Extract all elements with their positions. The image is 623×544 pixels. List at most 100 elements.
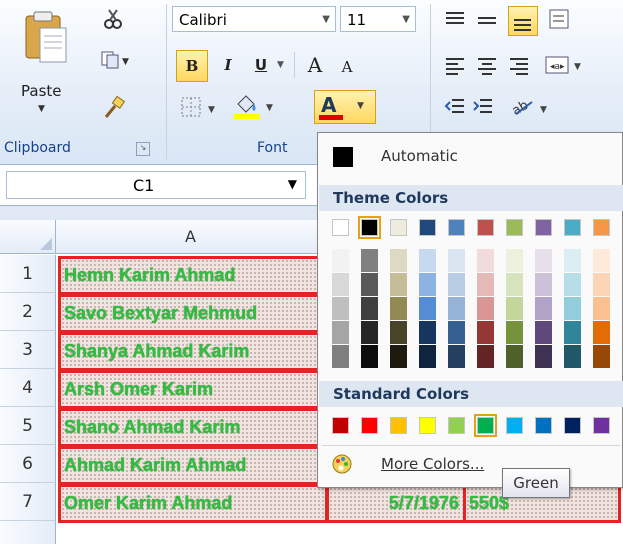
theme-color-swatch[interactable]	[448, 219, 465, 236]
theme-tint-swatch[interactable]	[390, 345, 407, 368]
paste-icon[interactable]	[20, 10, 70, 78]
theme-tint-swatch[interactable]	[506, 249, 523, 272]
theme-tint-swatch[interactable]	[535, 297, 552, 320]
cell-a6[interactable]: Ahmad Karim Ahmad	[58, 446, 328, 485]
theme-tint-swatch[interactable]	[332, 345, 349, 368]
standard-color-swatch[interactable]	[390, 417, 407, 434]
column-header-a[interactable]: A	[56, 220, 326, 254]
theme-tint-swatch[interactable]	[332, 297, 349, 320]
row-header[interactable]: 2	[0, 293, 56, 331]
row-header[interactable]: 7	[0, 483, 56, 521]
cell-a2[interactable]: Savo Bextyar Mehmud	[58, 294, 328, 333]
align-left-icon[interactable]	[444, 56, 468, 78]
row-header[interactable]: 3	[0, 331, 56, 369]
theme-color-swatch[interactable]	[390, 219, 407, 236]
row-header[interactable]: 1	[0, 255, 56, 293]
standard-color-swatch[interactable]	[332, 417, 349, 434]
theme-color-swatch[interactable]	[358, 216, 381, 239]
align-middle-icon[interactable]	[476, 10, 500, 32]
standard-color-swatch[interactable]	[361, 417, 378, 434]
theme-tint-swatch[interactable]	[535, 321, 552, 344]
theme-tint-swatch[interactable]	[506, 345, 523, 368]
theme-tint-swatch[interactable]	[448, 249, 465, 272]
shrink-font-button[interactable]: A	[334, 54, 360, 80]
theme-tint-swatch[interactable]	[593, 297, 610, 320]
grow-font-button[interactable]: A	[300, 50, 330, 80]
theme-tint-swatch[interactable]	[332, 321, 349, 344]
theme-color-swatch[interactable]	[535, 219, 552, 236]
row-header[interactable]: 5	[0, 407, 56, 445]
cell-a4[interactable]: Arsh Omer Karim	[58, 370, 328, 409]
theme-tint-swatch[interactable]	[390, 297, 407, 320]
font-size-combo[interactable]: 11 ▼	[340, 6, 416, 32]
standard-color-swatch[interactable]	[419, 417, 436, 434]
theme-tint-swatch[interactable]	[361, 321, 378, 344]
theme-color-swatch[interactable]	[332, 219, 349, 236]
cell-a3[interactable]: Shanya Ahmad Karim	[58, 332, 328, 371]
decrease-indent-icon[interactable]	[444, 96, 468, 118]
underline-dropdown-arrow[interactable]: ▼	[277, 60, 284, 70]
standard-color-swatch[interactable]	[535, 417, 552, 434]
theme-tint-swatch[interactable]	[419, 249, 436, 272]
theme-tint-swatch[interactable]	[593, 321, 610, 344]
theme-tint-swatch[interactable]	[448, 345, 465, 368]
paste-button-label[interactable]: Paste	[21, 82, 62, 100]
theme-tint-swatch[interactable]	[564, 345, 581, 368]
standard-color-swatch[interactable]	[506, 417, 523, 434]
row-header[interactable]: 4	[0, 369, 56, 407]
theme-tint-swatch[interactable]	[419, 273, 436, 296]
theme-tint-swatch[interactable]	[361, 297, 378, 320]
theme-tint-swatch[interactable]	[361, 249, 378, 272]
borders-icon[interactable]: ▼	[180, 96, 220, 120]
theme-tint-swatch[interactable]	[535, 249, 552, 272]
copy-icon[interactable]: ▼	[100, 50, 130, 70]
theme-color-swatch[interactable]	[419, 219, 436, 236]
theme-tint-swatch[interactable]	[506, 273, 523, 296]
theme-tint-swatch[interactable]	[361, 273, 378, 296]
theme-tint-swatch[interactable]	[564, 273, 581, 296]
align-center-icon[interactable]	[476, 56, 500, 78]
theme-color-swatch[interactable]	[506, 219, 523, 236]
align-bottom-icon[interactable]	[508, 6, 538, 36]
font-color-dropdown-arrow[interactable]: ▼	[357, 101, 364, 111]
theme-tint-swatch[interactable]	[535, 345, 552, 368]
theme-color-swatch[interactable]	[477, 219, 494, 236]
merge-center-icon[interactable]: ◂a▸ ▼	[544, 54, 584, 78]
theme-tint-swatch[interactable]	[390, 273, 407, 296]
automatic-color-option[interactable]: Automatic	[319, 137, 623, 177]
theme-tint-swatch[interactable]	[477, 273, 494, 296]
theme-tint-swatch[interactable]	[593, 249, 610, 272]
theme-tint-swatch[interactable]	[477, 345, 494, 368]
theme-tint-swatch[interactable]	[419, 297, 436, 320]
cell-a7[interactable]: Omer Karim Ahmad	[58, 484, 328, 523]
theme-tint-swatch[interactable]	[332, 249, 349, 272]
row-header[interactable]: 6	[0, 445, 56, 483]
theme-tint-swatch[interactable]	[448, 297, 465, 320]
theme-tint-swatch[interactable]	[448, 321, 465, 344]
standard-color-swatch[interactable]	[448, 417, 465, 434]
name-box[interactable]: C1 ▼	[6, 171, 306, 199]
theme-tint-swatch[interactable]	[564, 297, 581, 320]
theme-tint-swatch[interactable]	[477, 249, 494, 272]
theme-tint-swatch[interactable]	[535, 273, 552, 296]
theme-tint-swatch[interactable]	[361, 345, 378, 368]
align-top-icon[interactable]	[444, 10, 468, 32]
theme-tint-swatch[interactable]	[419, 321, 436, 344]
paste-dropdown-arrow[interactable]: ▼	[38, 104, 45, 114]
theme-tint-swatch[interactable]	[564, 321, 581, 344]
underline-button[interactable]: U	[248, 50, 274, 80]
font-name-combo[interactable]: Calibri ▼	[172, 6, 336, 32]
cut-icon[interactable]	[102, 8, 124, 30]
italic-button[interactable]: I	[214, 50, 242, 80]
format-painter-icon[interactable]	[102, 95, 126, 120]
increase-indent-icon[interactable]	[472, 96, 496, 118]
cell-a5[interactable]: Shano Ahmad Karim	[58, 408, 328, 447]
theme-tint-swatch[interactable]	[477, 321, 494, 344]
standard-color-swatch[interactable]	[474, 414, 497, 437]
theme-tint-swatch[interactable]	[332, 273, 349, 296]
theme-color-swatch[interactable]	[593, 219, 610, 236]
align-right-icon[interactable]	[508, 56, 532, 78]
standard-color-swatch[interactable]	[564, 417, 581, 434]
cell-a1[interactable]: Hemn Karim Ahmad	[58, 256, 328, 295]
bold-button[interactable]: B	[176, 50, 208, 82]
